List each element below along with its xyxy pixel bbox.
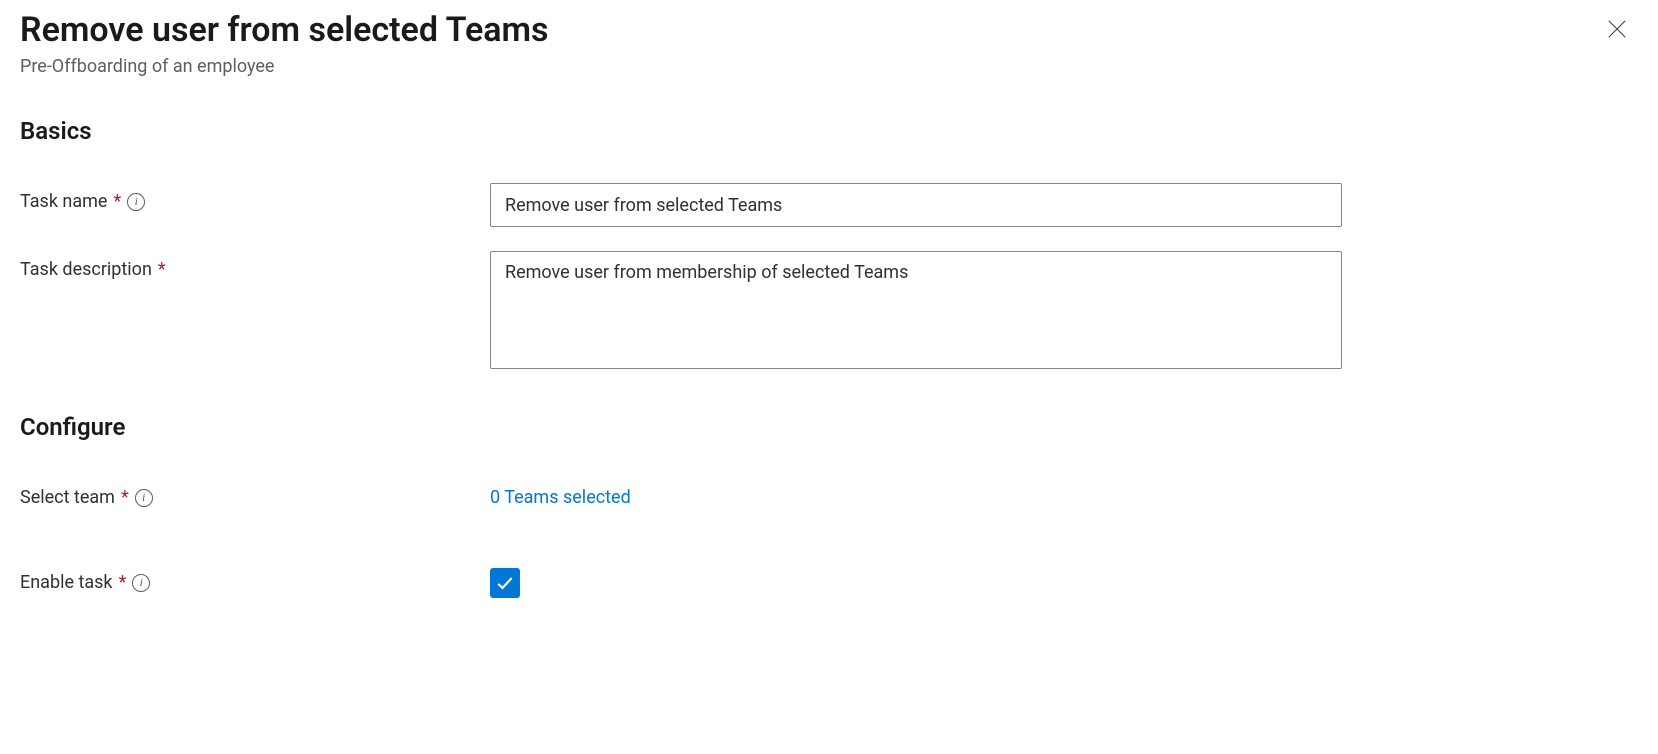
panel-subtitle: Pre-Offboarding of an employee bbox=[20, 56, 549, 77]
task-description-value-col bbox=[490, 251, 1342, 373]
enable-task-value-col bbox=[490, 564, 1342, 598]
enable-task-checkbox[interactable] bbox=[490, 568, 520, 598]
task-description-row: Task description * bbox=[20, 251, 1638, 373]
info-icon[interactable]: i bbox=[132, 574, 150, 592]
checkmark-icon bbox=[495, 573, 515, 593]
panel-header: Remove user from selected Teams Pre-Offb… bbox=[20, 0, 1638, 77]
panel-title: Remove user from selected Teams bbox=[20, 8, 549, 52]
task-description-label: Task description bbox=[20, 259, 152, 280]
select-team-row: Select team * i 0 Teams selected bbox=[20, 479, 1638, 508]
task-description-input[interactable] bbox=[490, 251, 1342, 369]
required-indicator: * bbox=[158, 259, 166, 280]
header-text-block: Remove user from selected Teams Pre-Offb… bbox=[20, 8, 549, 77]
close-icon bbox=[1606, 18, 1628, 40]
configure-section: Select team * i 0 Teams selected Enable … bbox=[20, 479, 1638, 598]
task-name-row: Task name * i bbox=[20, 183, 1638, 227]
info-icon[interactable]: i bbox=[135, 489, 153, 507]
required-indicator: * bbox=[119, 572, 127, 593]
task-panel: Remove user from selected Teams Pre-Offb… bbox=[20, 0, 1638, 598]
task-name-label: Task name bbox=[20, 191, 107, 212]
task-name-value-col bbox=[490, 183, 1342, 227]
info-icon[interactable]: i bbox=[127, 193, 145, 211]
select-team-label: Select team bbox=[20, 487, 115, 508]
required-indicator: * bbox=[121, 487, 129, 508]
enable-task-checkbox-wrap bbox=[490, 564, 1342, 598]
enable-task-label-col: Enable task * i bbox=[20, 564, 490, 593]
task-name-label-col: Task name * i bbox=[20, 183, 490, 212]
select-team-label-col: Select team * i bbox=[20, 479, 490, 508]
enable-task-row: Enable task * i bbox=[20, 564, 1638, 598]
enable-task-label: Enable task bbox=[20, 572, 113, 593]
basics-heading: Basics bbox=[20, 117, 1638, 145]
teams-selected-link[interactable]: 0 Teams selected bbox=[490, 479, 631, 508]
task-description-label-col: Task description * bbox=[20, 251, 490, 280]
required-indicator: * bbox=[113, 191, 121, 212]
configure-heading: Configure bbox=[20, 413, 1638, 441]
close-button[interactable] bbox=[1602, 14, 1632, 47]
select-team-value-col: 0 Teams selected bbox=[490, 479, 1342, 508]
task-name-input[interactable] bbox=[490, 183, 1342, 227]
